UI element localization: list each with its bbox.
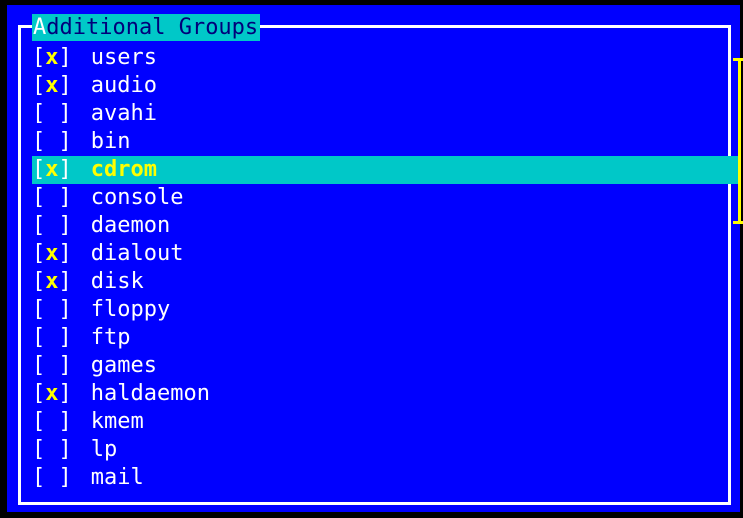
checkbox-open-bracket: [	[32, 157, 46, 182]
group-name: mail	[90, 465, 144, 490]
group-item-haldaemon[interactable]: [x] haldaemon	[32, 380, 738, 408]
checkbox-close-bracket: ]	[58, 325, 72, 350]
group-item-audio[interactable]: [x] audio	[32, 72, 738, 100]
group-name: cdrom	[90, 157, 157, 182]
group-name: disk	[90, 269, 144, 294]
group-item-lp[interactable]: [ ] lp	[32, 436, 738, 464]
groups-dialog: Additional Groups [x] users [x] audio[ ] ava…	[7, 5, 743, 512]
scrollbar-track[interactable]	[738, 58, 741, 224]
checkbox-open-bracket: [	[32, 101, 46, 126]
group-name: haldaemon	[90, 381, 210, 406]
group-name: lp	[90, 437, 118, 462]
checkbox-open-bracket: [	[32, 409, 46, 434]
group-name: audio	[90, 73, 157, 98]
group-name: avahi	[90, 101, 157, 126]
group-checklist[interactable]: [x] users [x] audio[ ] avahi[ ] bin [x] cdrom[ …	[32, 44, 738, 492]
checkbox-mark[interactable]	[45, 213, 58, 238]
group-item-avahi[interactable]: [ ] avahi	[32, 100, 738, 128]
checkbox-open-bracket: [	[32, 185, 46, 210]
group-item-kmem[interactable]: [ ] kmem	[32, 408, 738, 436]
checkbox-mark[interactable]	[45, 409, 58, 434]
dialog-title-hotkey: A	[33, 15, 47, 40]
group-item-floppy[interactable]: [ ] floppy	[32, 296, 738, 324]
checkbox-mark[interactable]	[45, 297, 58, 322]
group-item-daemon[interactable]: [ ] daemon	[32, 212, 738, 240]
checkbox-open-bracket: [	[32, 129, 46, 154]
checkbox-mark[interactable]	[45, 465, 58, 490]
group-name: daemon	[90, 213, 171, 238]
group-name: dialout	[90, 241, 184, 266]
checkbox-close-bracket: ]	[58, 45, 72, 70]
group-name: floppy	[90, 297, 171, 322]
checkbox-close-bracket: ]	[58, 381, 72, 406]
checkbox-close-bracket: ]	[58, 213, 72, 238]
checkbox-mark[interactable]: x	[45, 381, 58, 406]
checkbox-mark[interactable]: x	[45, 241, 58, 266]
group-name: console	[90, 185, 184, 210]
checkbox-open-bracket: [	[32, 437, 46, 462]
checkbox-open-bracket: [	[32, 325, 46, 350]
checkbox-close-bracket: ]	[58, 185, 72, 210]
checkbox-open-bracket: [	[32, 381, 46, 406]
checkbox-mark[interactable]: x	[45, 73, 58, 98]
checkbox-open-bracket: [	[32, 353, 46, 378]
dialog-border-left	[18, 25, 21, 505]
dialog-border-bottom	[18, 502, 731, 505]
group-name: kmem	[90, 409, 144, 434]
group-item-cdrom[interactable]: [x] cdrom	[32, 156, 738, 184]
group-item-games[interactable]: [ ] games	[32, 352, 738, 380]
checkbox-close-bracket: ]	[58, 157, 72, 182]
checkbox-close-bracket: ]	[58, 129, 72, 154]
checkbox-mark[interactable]	[45, 353, 58, 378]
checkbox-open-bracket: [	[32, 73, 46, 98]
checkbox-open-bracket: [	[32, 297, 46, 322]
checkbox-close-bracket: ]	[58, 353, 72, 378]
checkbox-mark[interactable]	[45, 325, 58, 350]
checkbox-mark[interactable]: x	[45, 157, 58, 182]
group-item-mail[interactable]: [ ] mail	[32, 464, 738, 492]
checkbox-close-bracket: ]	[58, 297, 72, 322]
checkbox-close-bracket: ]	[58, 241, 72, 266]
checkbox-close-bracket: ]	[58, 73, 72, 98]
checkbox-mark[interactable]	[45, 437, 58, 462]
checkbox-close-bracket: ]	[58, 465, 72, 490]
group-name: ftp	[90, 325, 131, 350]
checkbox-close-bracket: ]	[58, 101, 72, 126]
checkbox-open-bracket: [	[32, 213, 46, 238]
terminal-screen: Additional Groups [x] users [x] audio[ ] ava…	[0, 0, 743, 518]
checkbox-open-bracket: [	[32, 269, 46, 294]
checkbox-close-bracket: ]	[58, 409, 72, 434]
group-name: users	[90, 45, 157, 70]
checkbox-open-bracket: [	[32, 45, 46, 70]
scrollbar-top-cap	[733, 58, 743, 61]
group-item-dialout[interactable]: [x] dialout	[32, 240, 738, 268]
group-name: bin	[90, 129, 131, 154]
checkbox-mark[interactable]: x	[45, 269, 58, 294]
dialog-title: Additional Groups	[32, 14, 261, 41]
checkbox-close-bracket: ]	[58, 437, 72, 462]
group-item-console[interactable]: [ ] console	[32, 184, 738, 212]
checkbox-mark[interactable]	[45, 101, 58, 126]
scrollbar-bottom-cap	[733, 221, 743, 224]
checkbox-mark[interactable]	[45, 129, 58, 154]
group-item-bin[interactable]: [ ] bin	[32, 128, 738, 156]
dialog-title-text: dditional Groups	[46, 15, 259, 40]
checkbox-open-bracket: [	[32, 465, 46, 490]
group-item-ftp[interactable]: [ ] ftp	[32, 324, 738, 352]
checkbox-mark[interactable]	[45, 185, 58, 210]
checkbox-close-bracket: ]	[58, 269, 72, 294]
group-item-disk[interactable]: [x] disk	[32, 268, 738, 296]
checkbox-mark[interactable]: x	[45, 45, 58, 70]
checkbox-open-bracket: [	[32, 241, 46, 266]
group-item-users[interactable]: [x] users	[32, 44, 738, 72]
group-name: games	[90, 353, 157, 378]
